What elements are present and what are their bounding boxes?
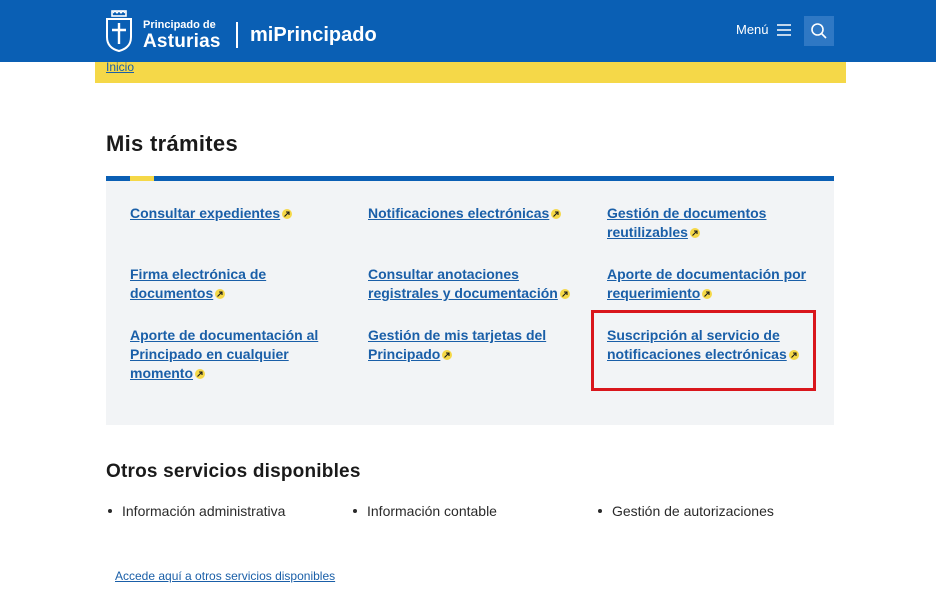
bullet-icon [598, 509, 602, 513]
external-link-icon [195, 369, 205, 379]
brand-line1: Principado de [143, 19, 216, 31]
highlight-box [591, 310, 816, 391]
page-title: Mis trámites [106, 131, 238, 156]
bullet-icon [108, 509, 112, 513]
asturias-crest-icon[interactable] [104, 10, 134, 52]
external-link-icon [551, 209, 562, 219]
external-link-icon [559, 289, 570, 299]
menu-label: Menú [736, 22, 769, 37]
tile-label: Consultar expedientes [130, 205, 281, 221]
brand-divider [236, 22, 238, 48]
bullet-icon [353, 509, 357, 513]
tile-label: Notificaciones electrónicas [368, 205, 550, 221]
service-label: Gestión de autorizaciones [612, 503, 774, 519]
search-button[interactable] [804, 16, 834, 46]
hamburger-icon [776, 23, 791, 36]
site-header: Principado de Asturias miPrincipado Menú [0, 0, 936, 62]
external-link-icon [282, 209, 293, 219]
search-icon [811, 23, 827, 39]
tile-label: Firma electrónica de documentos [130, 266, 267, 301]
list-item[interactable]: Gestión de autorizaciones [598, 503, 774, 519]
tile-aporte-cualquier-momento[interactable]: Aporte de documentación al Principado en… [130, 326, 330, 383]
service-label: Información administrativa [122, 503, 286, 519]
list-item[interactable]: Información contable [353, 503, 497, 519]
external-link-icon [215, 289, 226, 299]
breadcrumb: Inicio [95, 60, 846, 83]
more-services-link[interactable]: Accede aquí a otros servicios disponible… [115, 569, 335, 583]
external-link-icon [689, 228, 700, 238]
panel-accent [130, 176, 154, 181]
tile-notificaciones-electronicas[interactable]: Notificaciones electrónicas [368, 204, 573, 223]
list-item[interactable]: Información administrativa [108, 503, 285, 519]
tile-label: Gestión de mis tarjetas del Principado [368, 327, 547, 362]
tile-gestion-tarjetas[interactable]: Gestión de mis tarjetas del Principado [368, 326, 558, 364]
tile-gestion-documentos-reutilizables[interactable]: Gestión de documentos reutilizables [607, 204, 797, 242]
app-name[interactable]: miPrincipado [250, 24, 377, 47]
brand-line2: Asturias [143, 31, 221, 52]
external-link-icon [702, 289, 713, 299]
tile-label: Consultar anotaciones registrales y docu… [368, 266, 558, 301]
service-label: Información contable [367, 503, 497, 519]
breadcrumb-home-link[interactable]: Inicio [106, 60, 134, 74]
tile-consultar-anotaciones[interactable]: Consultar anotaciones registrales y docu… [368, 265, 580, 303]
external-link-icon [442, 350, 453, 360]
tile-consultar-expedientes[interactable]: Consultar expedientes [130, 204, 335, 223]
other-services-title: Otros servicios disponibles [106, 461, 361, 482]
brand-name[interactable]: Principado de Asturias [143, 19, 221, 52]
tile-label: Aporte de documentación al Principado en… [130, 327, 319, 381]
menu-button[interactable]: Menú [736, 22, 791, 37]
tile-firma-electronica[interactable]: Firma electrónica de documentos [130, 265, 290, 303]
tile-label: Gestión de documentos reutilizables [607, 205, 767, 240]
tile-aporte-requerimiento[interactable]: Aporte de documentación por requerimient… [607, 265, 819, 303]
